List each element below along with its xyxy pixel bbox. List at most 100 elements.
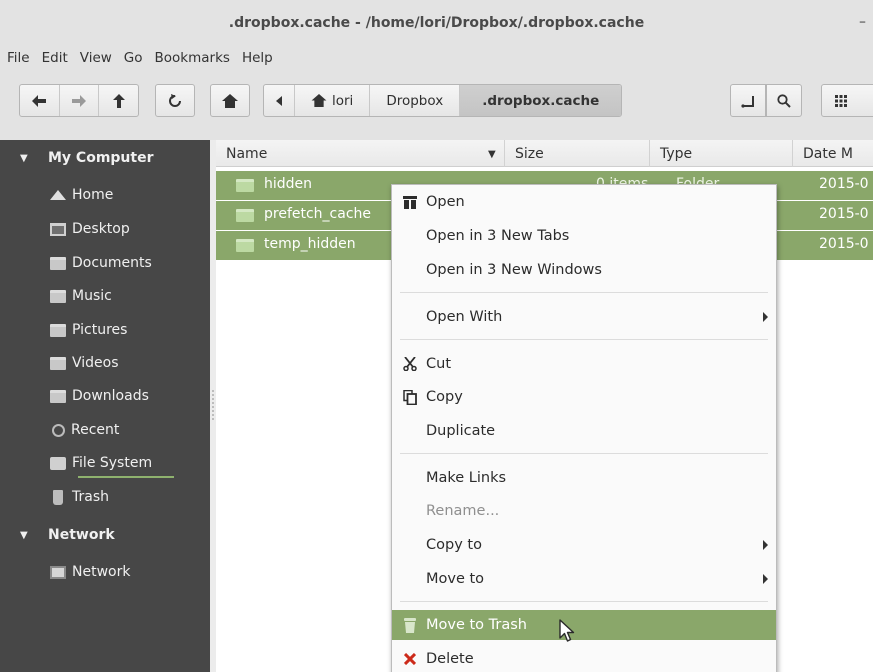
- title-bar[interactable]: .dropbox.cache - /home/lori/Dropbox/.dro…: [0, 0, 873, 44]
- delete-icon: [402, 651, 418, 667]
- menu-item-label: Cut: [426, 356, 451, 372]
- menu-bookmarks[interactable]: Bookmarks: [149, 50, 236, 66]
- breadcrumb-dropbox-cache[interactable]: .dropbox.cache: [460, 85, 622, 116]
- folder-icon: [236, 209, 254, 222]
- breadcrumb-lori[interactable]: lori: [295, 85, 371, 116]
- sidebar-section-my-computer[interactable]: ▼ My Computer: [0, 144, 154, 172]
- menu-item-move-to-trash[interactable]: Move to Trash: [392, 610, 776, 640]
- menu-item-cut[interactable]: Cut: [392, 349, 776, 379]
- toolbar: lori Dropbox .dropbox.cache: [0, 74, 873, 134]
- menu-item-label: Open in 3 New Windows: [426, 262, 602, 278]
- forward-button[interactable]: [60, 85, 100, 116]
- navigation-group: [19, 84, 139, 117]
- sidebar-item-pictures[interactable]: Pictures: [50, 317, 127, 343]
- sidebar-item-label: Network: [72, 564, 131, 580]
- sidebar-item-downloads[interactable]: Downloads: [50, 383, 149, 409]
- menu-item-duplicate[interactable]: Duplicate: [392, 416, 776, 446]
- submenu-arrow-icon: [763, 574, 768, 584]
- submenu-arrow-icon: [763, 540, 768, 550]
- file-date: 2015-0: [819, 176, 869, 192]
- menu-file[interactable]: File: [1, 50, 36, 66]
- splitter-grip: [212, 390, 214, 420]
- sidebar-item-documents[interactable]: Documents: [50, 250, 152, 276]
- sidebar-item-music[interactable]: Music: [50, 283, 112, 309]
- sidebar-item-label: Downloads: [72, 388, 149, 404]
- sidebar-item-trash[interactable]: Trash: [50, 484, 109, 510]
- minimize-button[interactable]: –: [859, 14, 871, 30]
- menu-item-label: Copy: [426, 389, 463, 405]
- sidebar-item-desktop[interactable]: Desktop: [50, 216, 130, 242]
- menu-item-make-links[interactable]: Make Links: [392, 463, 776, 493]
- menu-go[interactable]: Go: [118, 50, 149, 66]
- sidebar-section-label: My Computer: [48, 150, 154, 166]
- menu-item-copy-to[interactable]: Copy to: [392, 530, 776, 560]
- breadcrumb-dropbox[interactable]: Dropbox: [370, 85, 461, 116]
- up-arrow-icon: [112, 93, 125, 108]
- menu-item-move-to[interactable]: Move to: [392, 564, 776, 594]
- menu-edit[interactable]: Edit: [36, 50, 74, 66]
- home-icon: [222, 93, 238, 108]
- sidebar-item-videos[interactable]: Videos: [50, 350, 119, 376]
- icon-view-button[interactable]: [821, 84, 873, 117]
- sidebar-item-label: Music: [72, 288, 112, 304]
- sidebar-section-network[interactable]: ▼ Network: [0, 521, 115, 549]
- menu-help[interactable]: Help: [236, 50, 279, 66]
- sidebar-item-network[interactable]: Network: [50, 559, 130, 585]
- desktop-icon: [50, 222, 66, 236]
- file-system-usage-bar: [78, 476, 174, 478]
- column-type[interactable]: Type: [650, 140, 793, 167]
- sidebar-item-label: Pictures: [72, 322, 128, 338]
- column-header-bar: Name ▼ Size Type Date M: [216, 140, 873, 167]
- file-date: 2015-0: [819, 206, 869, 222]
- search-icon: [777, 93, 791, 108]
- folder-icon: [236, 179, 254, 192]
- up-button[interactable]: [99, 85, 138, 116]
- folder-icon: [236, 239, 254, 252]
- trash-icon: [402, 617, 418, 633]
- menu-item-copy[interactable]: Copy: [392, 382, 776, 412]
- home-button[interactable]: [210, 84, 250, 117]
- sidebar-section-label: Network: [48, 527, 115, 543]
- forward-arrow-icon: [72, 94, 86, 107]
- reload-button[interactable]: [155, 84, 195, 117]
- menu-separator: [400, 601, 768, 602]
- menu-item-open-new-windows[interactable]: Open in 3 New Windows: [392, 255, 776, 285]
- sidebar-item-label: Recent: [71, 422, 120, 438]
- reload-icon: [169, 93, 181, 107]
- sidebar-item-label: Home: [72, 187, 114, 203]
- menu-item-open-new-tabs[interactable]: Open in 3 New Tabs: [392, 221, 776, 251]
- window-title: .dropbox.cache - /home/lori/Dropbox/.dro…: [228, 15, 645, 31]
- location-toggle-icon: [741, 95, 754, 108]
- breadcrumb: lori Dropbox .dropbox.cache: [263, 84, 623, 117]
- breadcrumb-back-button[interactable]: [264, 85, 295, 116]
- menu-item-label: Open in 3 New Tabs: [426, 228, 570, 244]
- location-toggle-button[interactable]: [730, 84, 766, 117]
- music-folder-icon: [50, 289, 66, 303]
- sidebar-item-home[interactable]: Home: [50, 182, 113, 208]
- submenu-arrow-icon: [763, 312, 768, 322]
- file-name: hidden: [264, 176, 313, 192]
- sidebar-item-label: Desktop: [72, 221, 130, 237]
- menu-bar: File Edit View Go Bookmarks Help: [0, 45, 279, 71]
- column-name[interactable]: Name: [216, 140, 505, 167]
- chevron-down-icon: ▼: [20, 529, 28, 541]
- mouse-pointer-icon: [559, 619, 575, 642]
- menu-item-label: Move to Trash: [426, 617, 527, 633]
- disk-icon: [50, 456, 66, 470]
- cut-icon: [402, 356, 418, 372]
- menu-item-label: Copy to: [426, 537, 482, 553]
- column-size[interactable]: Size: [505, 140, 650, 167]
- menu-item-open[interactable]: Open: [392, 187, 776, 217]
- menu-item-open-with[interactable]: Open With: [392, 302, 776, 332]
- sidebar-item-file-system[interactable]: File System: [50, 450, 152, 476]
- pictures-folder-icon: [50, 323, 66, 337]
- search-button[interactable]: [766, 84, 802, 117]
- chevron-left-icon: [276, 95, 282, 106]
- sidebar-item-recent[interactable]: Recent: [50, 417, 119, 443]
- column-date-modified[interactable]: Date M: [793, 140, 873, 167]
- menu-view[interactable]: View: [74, 50, 118, 66]
- grid-view-icon: [835, 94, 847, 107]
- file-manager-window: .dropbox.cache - /home/lori/Dropbox/.dro…: [0, 0, 873, 672]
- menu-item-delete[interactable]: Delete: [392, 644, 776, 672]
- back-button[interactable]: [20, 85, 60, 116]
